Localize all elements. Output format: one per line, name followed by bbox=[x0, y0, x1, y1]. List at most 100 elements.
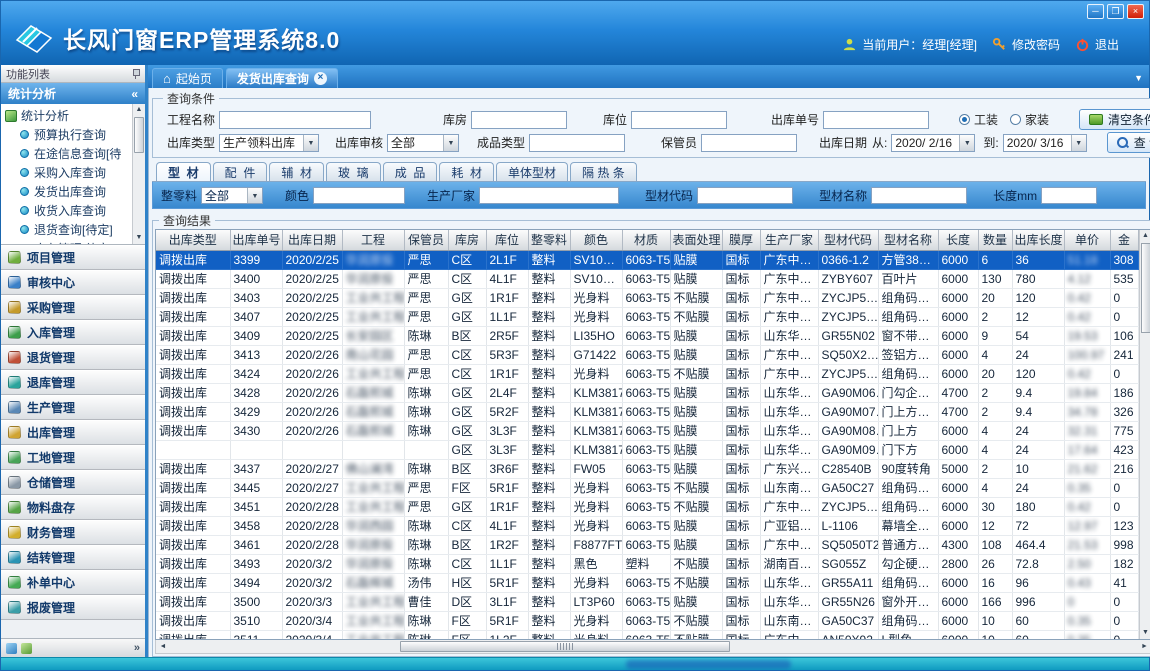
horizontal-scrollbar-thumb[interactable] bbox=[400, 641, 730, 652]
sidebar-module[interactable]: 审核中心 bbox=[1, 270, 145, 295]
tree-scrollbar-thumb[interactable] bbox=[134, 117, 144, 153]
tab-close-icon[interactable]: × bbox=[314, 72, 327, 85]
table-row[interactable]: 调拨出库34282020/2/26石磊熙城陈琳G区2L4F整料KLM381760… bbox=[156, 383, 1138, 402]
material-tab[interactable]: 隔 热 条 bbox=[570, 162, 637, 181]
scroll-up-icon[interactable]: ▲ bbox=[1140, 230, 1150, 242]
table-row[interactable]: 调拨出库34132020/2/26南山花园严思C区5R3F整料G71422606… bbox=[156, 345, 1138, 364]
radio-gongzhuang[interactable] bbox=[959, 114, 970, 125]
collapse-icon[interactable]: « bbox=[131, 87, 138, 101]
sidebar-module[interactable]: 结转管理 bbox=[1, 545, 145, 570]
table-row[interactable]: 调拨出库33992020/2/25华润原投严思C区2L1F整料SV10…6063… bbox=[156, 250, 1138, 269]
material-tab[interactable]: 单体型材 bbox=[496, 162, 568, 181]
clear-conditions-button[interactable]: 清空条件 bbox=[1079, 109, 1150, 130]
more-chevrons-icon[interactable]: » bbox=[134, 642, 140, 654]
sidebar-section-statistics[interactable]: 统计分析 « bbox=[1, 83, 145, 104]
sidebar-module[interactable]: 生产管理 bbox=[1, 395, 145, 420]
column-header[interactable]: 生产厂家 bbox=[760, 230, 818, 250]
table-row[interactable]: G区3L3F整料KLM38176063-T5贴膜国标山东华…GA90M09…门下… bbox=[156, 440, 1138, 459]
table-row[interactable]: 调拨出库34942020/3/2石磊辉城汤伟H区5R1F整料光身料6063-T5… bbox=[156, 573, 1138, 592]
radio-jiazhuang[interactable] bbox=[1010, 114, 1021, 125]
table-row[interactable]: 调拨出库34072020/2/25工业共工程严思G区1L1F整料光身料6063-… bbox=[156, 307, 1138, 326]
scroll-left-icon[interactable]: ◄ bbox=[156, 640, 170, 653]
table-row[interactable]: 调拨出库34242020/2/26工业共工程严思C区1R1F整料光身料6063-… bbox=[156, 364, 1138, 383]
location-input[interactable] bbox=[631, 111, 727, 129]
table-row[interactable]: 调拨出库34092020/2/25长安园区陈琳B区2R5F整料LI35HO606… bbox=[156, 326, 1138, 345]
column-header[interactable]: 材质 bbox=[622, 230, 670, 250]
pin-icon[interactable] bbox=[131, 69, 140, 79]
column-header[interactable]: 库位 bbox=[486, 230, 528, 250]
tab-shipping-outbound-query[interactable]: 发货出库查询 × bbox=[226, 68, 338, 88]
scroll-right-icon[interactable]: ► bbox=[1138, 640, 1150, 653]
material-tab[interactable]: 玻 璃 bbox=[326, 162, 381, 181]
length-input[interactable] bbox=[1041, 187, 1097, 204]
column-header[interactable]: 颜色 bbox=[570, 230, 622, 250]
manufacturer-input[interactable] bbox=[479, 187, 619, 204]
material-tab[interactable]: 成 品 bbox=[383, 162, 438, 181]
sidebar-module[interactable]: 退库管理 bbox=[1, 370, 145, 395]
material-tab[interactable]: 耗 材 bbox=[439, 162, 494, 181]
material-tab[interactable]: 配 件 bbox=[213, 162, 268, 181]
horizontal-scrollbar[interactable]: ◄ ► bbox=[155, 640, 1150, 654]
sidebar-tree-item[interactable]: 在途信息查询[待 bbox=[5, 144, 131, 163]
sidebar-module[interactable]: 财务管理 bbox=[1, 520, 145, 545]
tree-scrollbar[interactable]: ▲ ▼ bbox=[132, 104, 145, 244]
close-button[interactable]: × bbox=[1127, 4, 1144, 19]
minimize-button[interactable]: ─ bbox=[1087, 4, 1104, 19]
sidebar-module[interactable]: 工地管理 bbox=[1, 445, 145, 470]
column-header[interactable]: 整零料 bbox=[528, 230, 570, 250]
column-header[interactable]: 保管员 bbox=[404, 230, 448, 250]
sidebar-module[interactable]: 补单中心 bbox=[1, 570, 145, 595]
table-row[interactable]: 调拨出库34582020/2/28华润西园陈琳C区4L1F整料光身料6063-T… bbox=[156, 516, 1138, 535]
tree-root-item[interactable]: 统计分析 bbox=[5, 106, 131, 125]
sidebar-module[interactable]: 采购管理 bbox=[1, 295, 145, 320]
outbound-order-input[interactable] bbox=[823, 111, 929, 129]
column-header[interactable]: 库房 bbox=[448, 230, 486, 250]
material-tab[interactable]: 型 材 bbox=[156, 162, 211, 181]
tab-home[interactable]: ⌂ 起始页 bbox=[152, 68, 223, 88]
warehouse-input[interactable] bbox=[471, 111, 567, 129]
profile-name-input[interactable] bbox=[871, 187, 967, 204]
column-header[interactable]: 出库日期 bbox=[282, 230, 342, 250]
product-type-input[interactable] bbox=[529, 134, 625, 152]
table-row[interactable]: 调拨出库34302020/2/26石磊熙城陈琳G区3L3F整料KLM381760… bbox=[156, 421, 1138, 440]
column-header[interactable]: 型材代码 bbox=[818, 230, 878, 250]
sidebar-module[interactable]: 退货管理 bbox=[1, 345, 145, 370]
column-header[interactable]: 型材名称 bbox=[878, 230, 938, 250]
column-header[interactable]: 长度 bbox=[938, 230, 978, 250]
whole-part-select[interactable]: 全部 ▼ bbox=[201, 187, 263, 204]
table-row[interactable]: 调拨出库34002020/2/25华润原投严思C区4L1F整料SV10…6063… bbox=[156, 269, 1138, 288]
table-row[interactable]: 调拨出库34512020/2/28工业共工程严思G区1R1F整料光身料6063-… bbox=[156, 497, 1138, 516]
logout-link[interactable]: 退出 bbox=[1095, 36, 1119, 53]
table-row[interactable]: 调拨出库35002020/3/3工业共工程曹佳D区3L1F整料LT3P60606… bbox=[156, 592, 1138, 611]
profile-code-input[interactable] bbox=[697, 187, 793, 204]
audit-select[interactable]: 全部 ▼ bbox=[387, 134, 459, 152]
panel-view-icon[interactable] bbox=[6, 643, 17, 654]
column-header[interactable]: 出库类型 bbox=[156, 230, 230, 250]
sidebar-module[interactable]: 仓储管理 bbox=[1, 470, 145, 495]
vertical-scrollbar[interactable]: ▲ ▼ bbox=[1139, 230, 1150, 639]
tabstrip-overflow-chevron-icon[interactable]: ▼ bbox=[1134, 73, 1143, 83]
table-row[interactable]: 调拨出库34032020/2/25工业共工程严思G区1R1F整料光身料6063-… bbox=[156, 288, 1138, 307]
table-row[interactable]: 调拨出库34452020/2/27工业共工程严思F区5R1F整料光身料6063-… bbox=[156, 478, 1138, 497]
table-row[interactable]: 调拨出库34372020/2/27佛山澜湾陈琳B区3R6F整料FW056063-… bbox=[156, 459, 1138, 478]
sidebar-tree-item[interactable]: 退货查询[待定] bbox=[5, 220, 131, 239]
column-header[interactable]: 单价 bbox=[1064, 230, 1110, 250]
project-name-input[interactable] bbox=[219, 111, 371, 129]
column-header[interactable]: 膜厚 bbox=[722, 230, 760, 250]
vertical-scrollbar-thumb[interactable] bbox=[1141, 243, 1150, 333]
table-row[interactable]: 调拨出库34932020/3/2华润原投陈琳C区1L1F整料黑色塑料不贴膜国标湖… bbox=[156, 554, 1138, 573]
sidebar-tree-item[interactable]: 发货出库查询 bbox=[5, 182, 131, 201]
table-row[interactable]: 调拨出库34612020/2/28华润原投陈琳B区1R2F整料F8877FT60… bbox=[156, 535, 1138, 554]
table-row[interactable]: 调拨出库34292020/2/26石磊熙城陈琳G区5R2F整料KLM381760… bbox=[156, 402, 1138, 421]
sidebar-module[interactable]: 出库管理 bbox=[1, 420, 145, 445]
sidebar-tree-item[interactable]: 采购入库查询 bbox=[5, 163, 131, 182]
keeper-input[interactable] bbox=[701, 134, 797, 152]
color-input[interactable] bbox=[313, 187, 405, 204]
panel-list-icon[interactable] bbox=[21, 643, 32, 654]
sidebar-tree-item[interactable]: 预算执行查询 bbox=[5, 125, 131, 144]
material-tab[interactable]: 辅 材 bbox=[269, 162, 324, 181]
column-header[interactable]: 工程 bbox=[342, 230, 404, 250]
sidebar-tree-item[interactable]: 库存管理[待定] bbox=[5, 239, 131, 245]
sidebar-module[interactable]: 报废管理 bbox=[1, 595, 145, 620]
scroll-down-icon[interactable]: ▼ bbox=[1140, 627, 1150, 639]
